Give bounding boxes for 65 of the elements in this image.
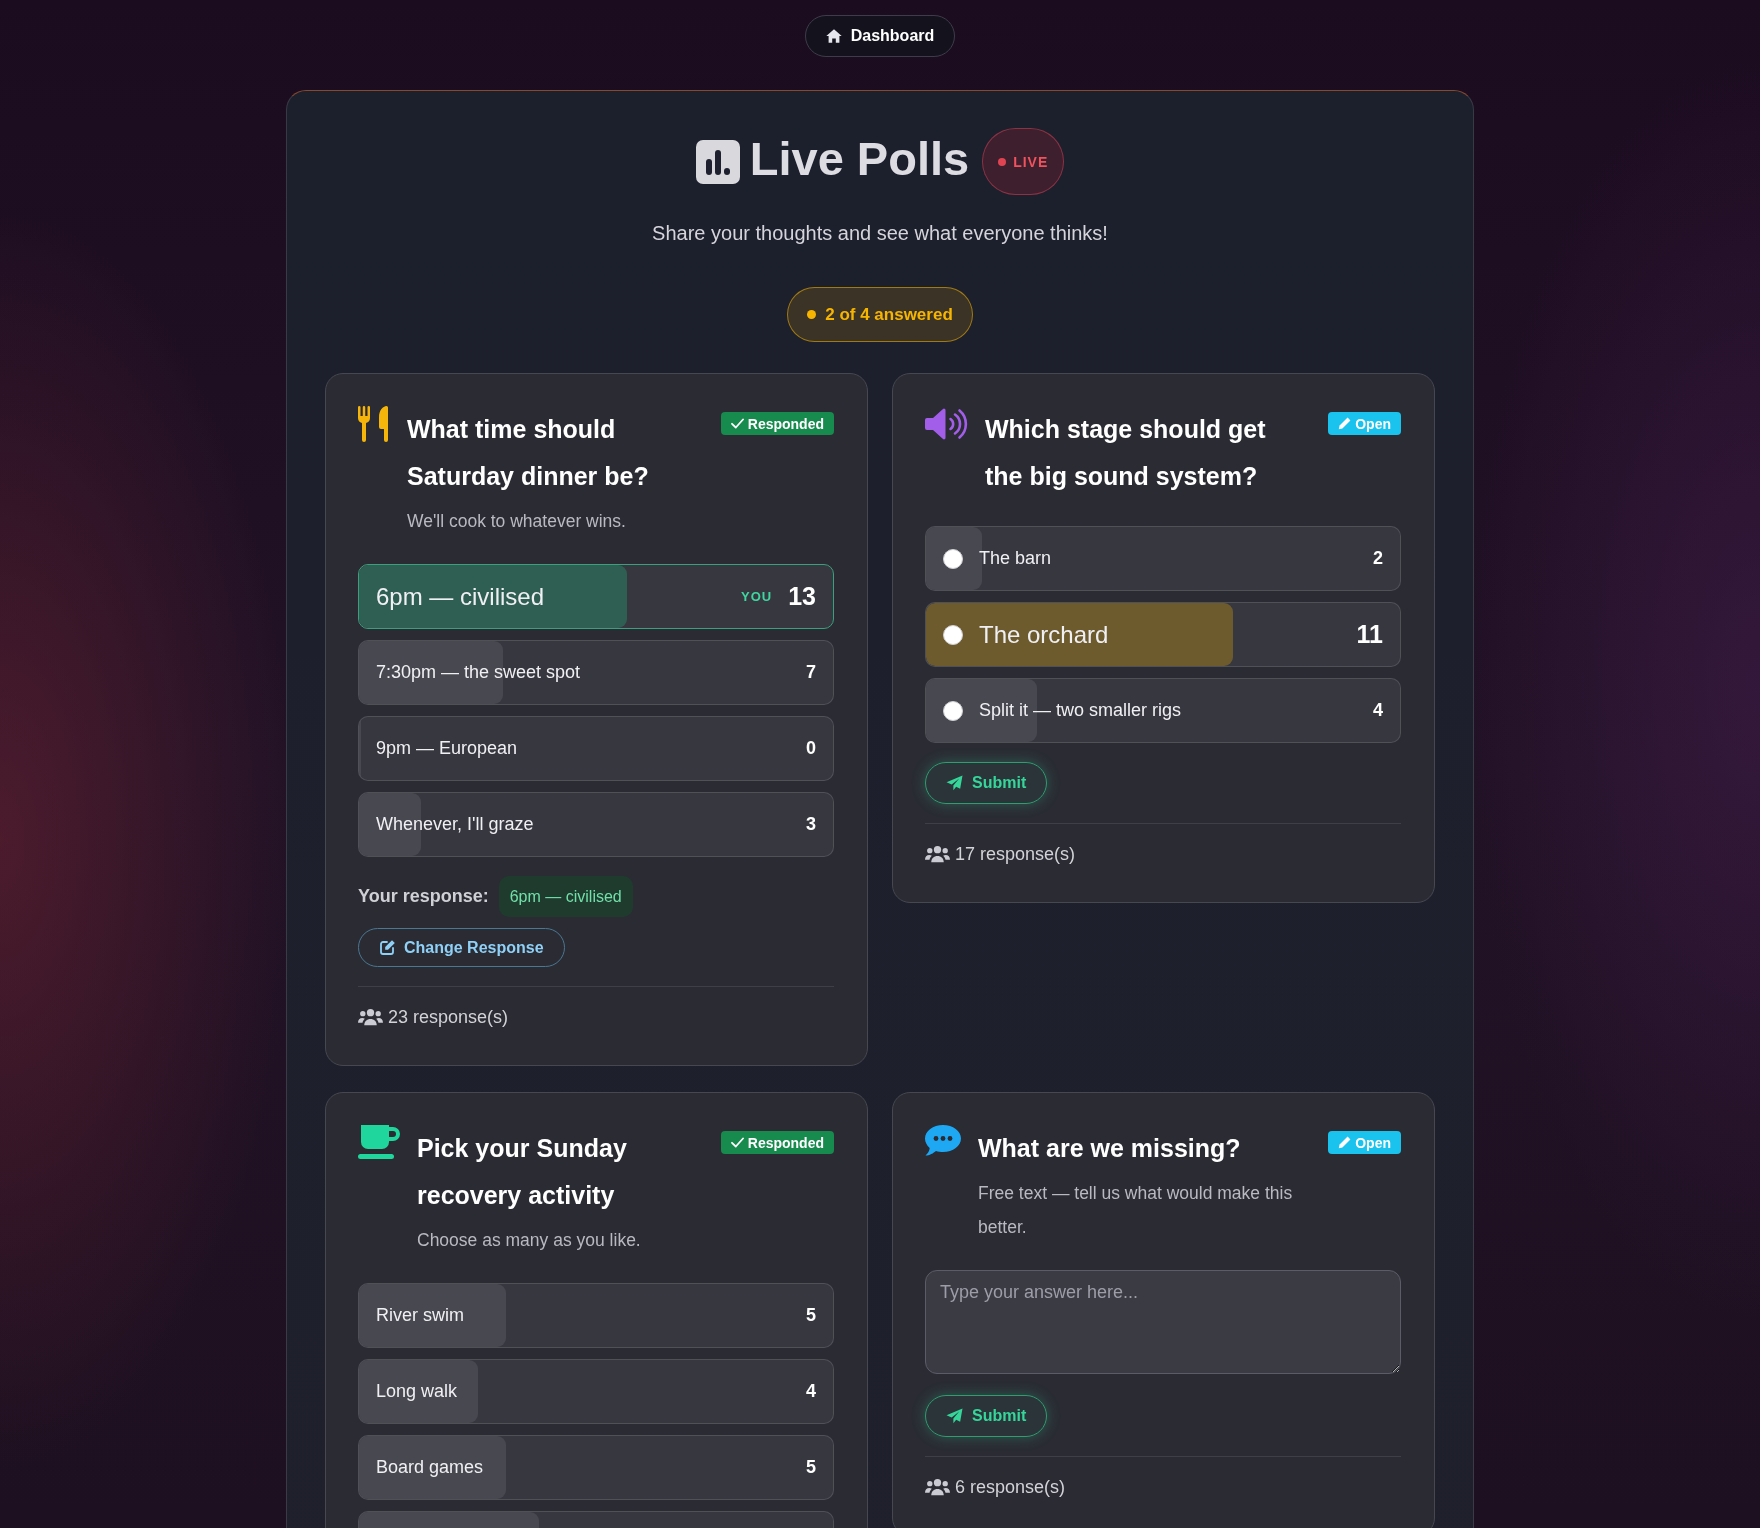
check-icon xyxy=(730,1137,744,1148)
fork-and-knife-icon xyxy=(358,406,388,442)
option-label: 9pm — European xyxy=(376,738,518,759)
radio-button[interactable] xyxy=(943,700,963,721)
option-label: Long walk xyxy=(376,1381,458,1402)
vote-count: 0 xyxy=(806,738,816,759)
vote-count: 13 xyxy=(788,582,816,611)
page-title: Live Polls xyxy=(749,130,970,187)
submit-button[interactable]: Submit xyxy=(925,762,1048,804)
vote-count: 5 xyxy=(806,1457,816,1478)
radio-button[interactable] xyxy=(943,548,963,569)
bar-chart-icon xyxy=(695,139,740,184)
live-label: LIVE xyxy=(1013,153,1049,170)
status-label: Open xyxy=(1355,415,1391,432)
paper-plane-icon xyxy=(946,1408,963,1424)
option-label: Whenever, I'll graze xyxy=(376,814,534,835)
mug-icon xyxy=(358,1125,400,1161)
option-label: The barn xyxy=(979,548,1052,569)
vote-count: 4 xyxy=(1373,700,1383,721)
status-label: Responded xyxy=(747,1134,824,1151)
poll-description: Choose as many as you like. xyxy=(417,1229,641,1252)
progress-label: 2 of 4 answered xyxy=(825,304,953,325)
vote-count: 4 xyxy=(806,1381,816,1402)
option-label: The orchard xyxy=(979,620,1109,649)
status-label: Responded xyxy=(747,415,824,432)
vote-count: 11 xyxy=(1356,620,1383,649)
dashboard-button[interactable]: Dashboard xyxy=(804,15,956,57)
poll-description: We'll cook to whatever wins. xyxy=(407,510,626,533)
check-icon xyxy=(730,418,744,429)
users-icon xyxy=(358,1008,383,1026)
option-label: 7:30pm — the sweet spot xyxy=(376,662,581,683)
live-dot-icon xyxy=(998,157,1007,166)
pencil-icon xyxy=(1338,417,1352,430)
poll-description: Free text — tell us what would make this better. xyxy=(978,1182,1294,1239)
chat-bubble-icon xyxy=(925,1125,961,1156)
edit-icon xyxy=(379,939,396,956)
poll-question: What time should Saturday dinner be? xyxy=(407,414,650,492)
page-subtitle: Share your thoughts and see what everyone thinks! xyxy=(652,221,1108,246)
option-label: Board games xyxy=(376,1457,484,1478)
response-count: 23 response(s) xyxy=(388,1006,509,1029)
pencil-icon xyxy=(1338,1136,1352,1149)
home-icon xyxy=(825,29,842,43)
option-label: River swim xyxy=(376,1305,464,1326)
option-label: Split it — two smaller rigs xyxy=(979,700,1182,721)
option-label: 6pm — civilised xyxy=(376,582,545,611)
response-count: 17 response(s) xyxy=(955,843,1076,866)
response-count: 6 response(s) xyxy=(955,1476,1066,1499)
poll-question: Which stage should get the big sound system? xyxy=(985,414,1267,492)
poll-question: What are we missing? xyxy=(978,1133,1241,1164)
submit-button[interactable]: Submit xyxy=(925,1395,1048,1437)
speaker-icon xyxy=(925,406,968,442)
your-response-label: Your response: xyxy=(358,886,489,907)
paper-plane-icon xyxy=(946,775,963,791)
users-icon xyxy=(925,845,950,863)
vote-count: 5 xyxy=(806,1305,816,1326)
status-label: Open xyxy=(1355,1134,1391,1151)
vote-count: 7 xyxy=(806,662,816,683)
vote-count: 3 xyxy=(806,814,816,835)
vote-count: 2 xyxy=(1373,548,1383,569)
dot-icon xyxy=(807,310,817,319)
answer-field[interactable]: Type your answer here... xyxy=(925,1270,1401,1374)
you-label: YOU xyxy=(741,589,773,604)
users-icon xyxy=(925,1478,950,1496)
chosen-answer: 6pm — civilised xyxy=(498,876,633,917)
poll-question: Pick your Sunday recovery activity xyxy=(417,1133,628,1211)
